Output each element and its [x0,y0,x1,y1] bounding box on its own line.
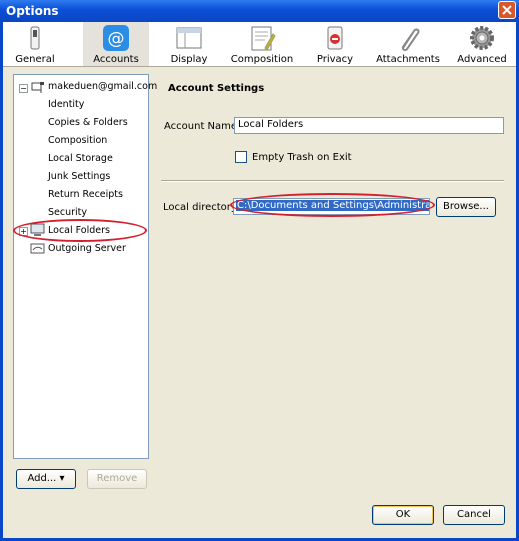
cancel-button[interactable]: Cancel [443,505,505,525]
close-icon [502,5,512,15]
title-bar[interactable]: Options [0,0,519,22]
svg-text:@: @ [108,29,125,49]
tab-general-label: General [15,54,55,65]
tab-advanced[interactable]: Advanced [453,22,511,66]
tree-item-outgoing-server[interactable]: Outgoing Server [48,241,126,257]
local-directory-label: Local directory: [163,202,240,213]
tab-display-label: Display [170,54,208,65]
mail-account-icon [31,82,44,93]
tab-attachments-label: Attachments [376,54,440,65]
tab-display[interactable]: Display [163,22,215,66]
add-label: Add... [27,473,57,484]
switch-icon [30,26,40,50]
account-tree[interactable]: − makeduen@gmail.com Identity Copies & F… [13,74,157,459]
window-title: Options [6,4,59,18]
tab-attachments[interactable]: Attachments [373,22,443,66]
close-button[interactable] [498,1,516,19]
tab-composition[interactable]: Composition [229,22,295,66]
browse-button[interactable]: Browse... [436,197,496,217]
account-name-input[interactable]: Local Folders [234,117,504,134]
window-icon [176,27,202,49]
ok-button[interactable]: OK [372,505,434,525]
tab-privacy-label: Privacy [316,54,354,65]
tab-privacy[interactable]: Privacy [309,22,361,66]
dropdown-arrow-icon: ▾ [59,473,65,484]
empty-trash-label[interactable]: Empty Trash on Exit [252,152,352,163]
separator [161,180,504,182]
tree-item-composition[interactable]: Composition [48,133,107,149]
annotation-oval-local-directory [230,193,435,217]
tree-item-local-storage[interactable]: Local Storage [48,151,113,167]
add-account-button[interactable]: Add... ▾ [16,469,76,489]
at-sign-icon: @ [103,25,129,51]
tab-general[interactable]: General [9,22,61,66]
privacy-icon [327,26,343,50]
account-name-label: Account Name: [164,121,241,132]
composition-icon [251,26,276,51]
collapse-toggle[interactable]: − [19,84,28,93]
paperclip-icon [401,28,420,52]
category-toolbar: General @ Accounts Display Composition P… [3,22,516,67]
outgoing-server-icon [30,243,45,254]
tree-item-identity[interactable]: Identity [48,97,84,113]
tab-advanced-label: Advanced [457,54,507,65]
remove-account-button[interactable]: Remove [87,469,147,489]
tab-accounts[interactable]: @ Accounts [83,22,149,66]
tab-composition-label: Composition [230,54,294,65]
panel-heading: Account Settings [168,83,265,94]
gear-icon [470,26,494,50]
options-window: Options General @ Accounts Display Compo… [0,0,519,541]
tree-item-copies-folders[interactable]: Copies & Folders [48,115,128,131]
empty-trash-checkbox[interactable] [235,151,247,163]
tree-item-junk-settings[interactable]: Junk Settings [48,169,110,185]
annotation-oval-local-folders [13,219,147,242]
tree-item-account[interactable]: makeduen@gmail.com [48,79,157,95]
remove-label: Remove [96,473,138,484]
tab-accounts-label: Accounts [93,54,139,65]
tree-item-return-receipts[interactable]: Return Receipts [48,187,123,203]
